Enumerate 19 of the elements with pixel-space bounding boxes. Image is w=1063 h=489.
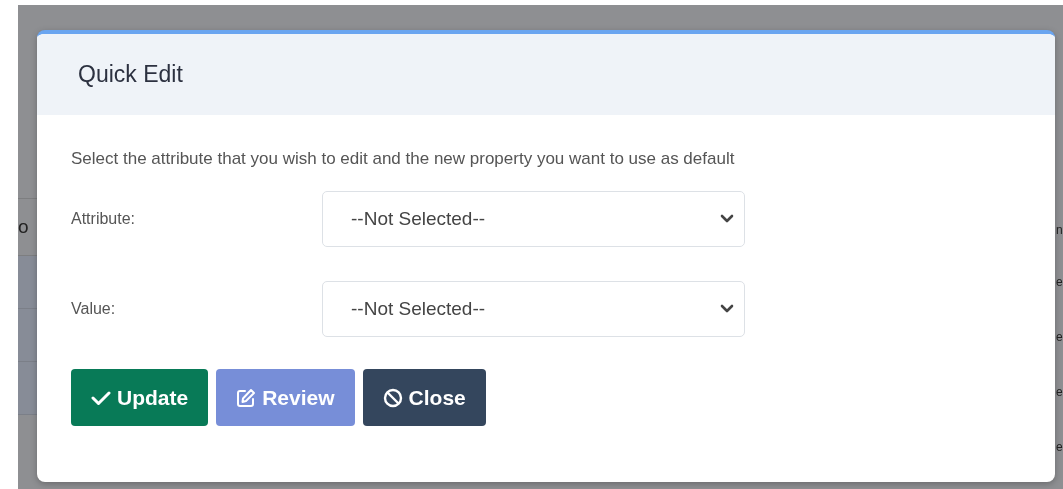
update-button[interactable]: Update — [71, 369, 209, 426]
prohibited-icon — [382, 387, 403, 408]
table-cell-text: e — [1055, 439, 1063, 456]
instruction-text: Select the attribute that you wish to edit and the new property you want to use as default — [71, 149, 736, 169]
table-cell-text: e — [1055, 329, 1063, 346]
table-cell-text: e — [1055, 274, 1063, 291]
table-row — [18, 309, 37, 362]
field-label: Value: — [71, 300, 117, 318]
checkmark-icon — [91, 389, 111, 406]
edit-icon — [236, 387, 257, 408]
dialog-title: Quick Edit — [78, 61, 183, 88]
dropdown-field[interactable]: --Not Selected-- — [322, 281, 745, 337]
dropdown-field[interactable]: --Not Selected-- — [322, 191, 745, 247]
table-cell-text: n — [1055, 222, 1063, 239]
table-cell-text: e — [1055, 384, 1063, 401]
close-button[interactable]: Close — [362, 369, 486, 426]
chevron-down-icon — [720, 304, 734, 314]
chevron-down-icon — [720, 214, 734, 224]
field-label: Attribute: — [71, 210, 137, 228]
